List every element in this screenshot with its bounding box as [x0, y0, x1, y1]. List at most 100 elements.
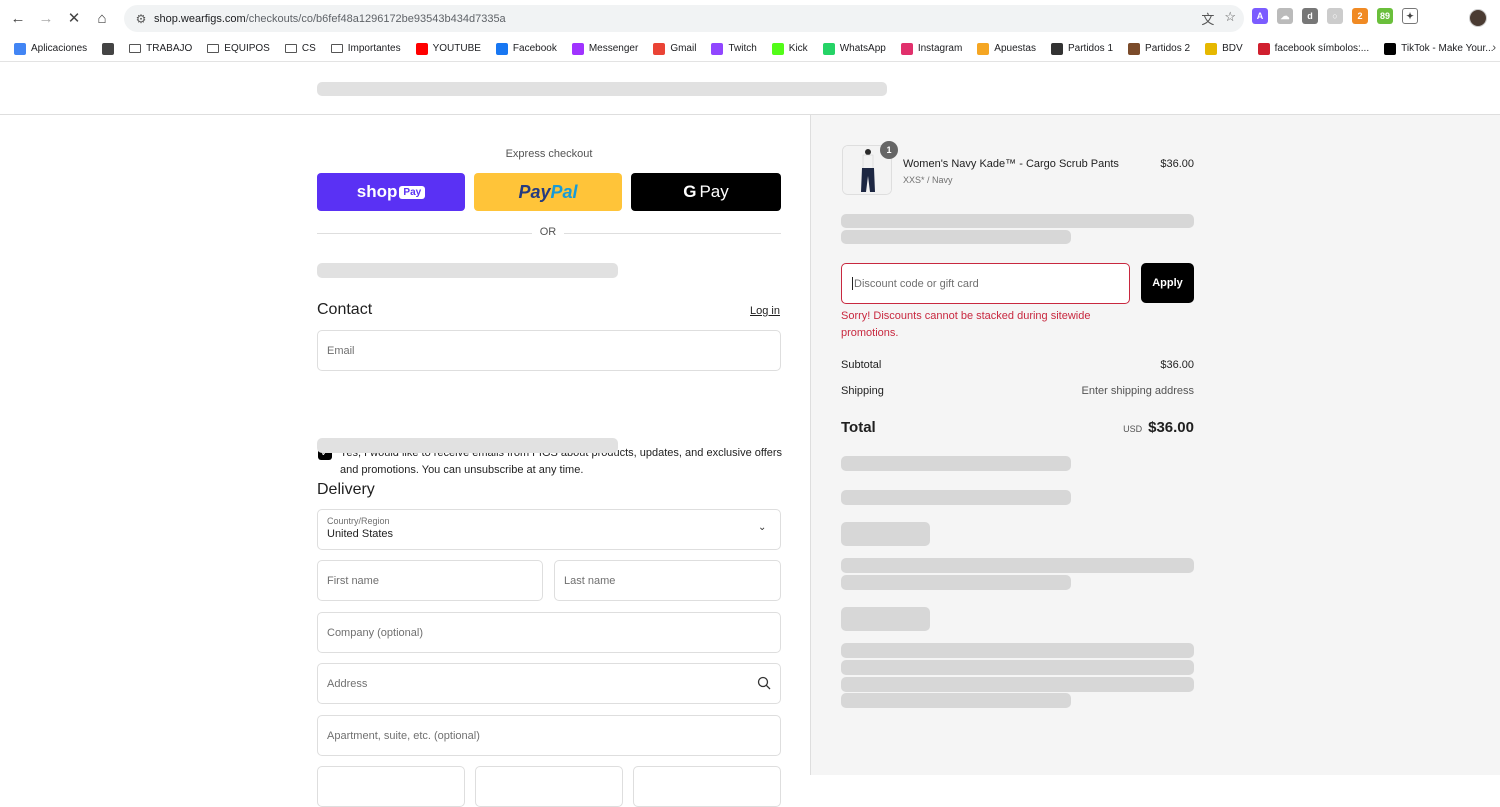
header-loading-placeholder [317, 82, 887, 96]
bookmark-item[interactable]: WhatsApp [822, 42, 886, 55]
subtotal-label: Subtotal [841, 359, 882, 371]
bdv-icon [1205, 42, 1218, 55]
bookmark-item[interactable]: Partidos 1 [1051, 42, 1113, 55]
folder-icon [284, 44, 297, 53]
checkout-page: Express checkout shop Pay Pay Pal G Pay O… [0, 63, 1500, 807]
bookmark-label: Instagram [917, 43, 963, 54]
shipping-value: Enter shipping address [1081, 385, 1194, 397]
loading-placeholder [841, 230, 1071, 244]
bookmark-item[interactable]: Importantes [330, 43, 401, 54]
subtotal-row: Subtotal $36.00 [841, 359, 1194, 371]
shop-pay-button[interactable]: shop Pay [317, 173, 465, 211]
login-link[interactable]: Log in [750, 305, 780, 317]
apply-discount-button[interactable]: Apply [1141, 263, 1194, 303]
contact-title: Contact [317, 301, 373, 318]
google-pay-label: Pay [699, 182, 729, 201]
discount-code-input[interactable]: Discount code or gift card [841, 263, 1130, 304]
discount-error-message: Sorry! Discounts cannot be stacked durin… [841, 310, 1091, 339]
bookmark-label: Importantes [347, 43, 401, 54]
email-field[interactable]: Email [317, 330, 781, 371]
back-icon[interactable]: ← [4, 4, 32, 32]
bookmark-item[interactable]: Instagram [900, 42, 963, 55]
subtotal-value: $36.00 [1160, 359, 1194, 371]
extension-orange-icon[interactable]: 2 [1352, 8, 1368, 24]
loading-placeholder [841, 558, 1194, 573]
extension-circle-icon[interactable]: ○ [1327, 8, 1343, 24]
bookmark-item[interactable]: TikTok - Make Your... [1384, 42, 1494, 55]
last-name-field[interactable]: Last name [554, 560, 781, 601]
bookmark-label: Kick [788, 43, 808, 54]
stop-loading-icon[interactable]: ✕ [60, 4, 88, 32]
apartment-placeholder: Apartment, suite, etc. (optional) [327, 729, 480, 742]
bookmark-item[interactable] [102, 42, 115, 55]
twitch-icon [711, 42, 724, 55]
facebook-icon [495, 42, 508, 55]
apartment-field[interactable]: Apartment, suite, etc. (optional) [317, 715, 781, 756]
country-label: Country/Region [327, 516, 390, 526]
forward-icon[interactable]: → [32, 4, 60, 32]
shipping-row: Shipping Enter shipping address [841, 385, 1194, 397]
site-info-icon[interactable]: ⚙ [128, 12, 154, 26]
total-value: $36.00 [1148, 419, 1194, 436]
company-field[interactable]: Company (optional) [317, 612, 781, 653]
bookmark-item[interactable]: Kick [771, 42, 808, 55]
zip-field[interactable] [633, 766, 781, 807]
bookmark-label: Apuestas [994, 43, 1036, 54]
bookmark-item[interactable]: Partidos 2 [1128, 42, 1190, 55]
home-icon[interactable]: ⌂ [88, 4, 116, 32]
bookmark-item[interactable]: Messenger [571, 42, 639, 55]
total-label: Total [841, 419, 876, 436]
folder-icon [330, 44, 343, 53]
extension-a-icon[interactable]: A [1252, 8, 1268, 24]
shop-pay-badge: Pay [399, 185, 426, 199]
shop-pay-label: shop [356, 182, 398, 201]
bookmark-item[interactable]: Facebook [495, 42, 557, 55]
total-row: Total USD $36.00 [841, 419, 1194, 436]
checkout-header [0, 63, 1500, 115]
symbols-icon [1257, 42, 1270, 55]
tiktok-icon [1384, 42, 1397, 55]
bookmark-item[interactable]: Twitch [711, 42, 757, 55]
paypal-button[interactable]: Pay Pal [474, 173, 622, 211]
extension-cloud-icon[interactable]: ☁ [1277, 8, 1293, 24]
bookmarks-overflow-icon[interactable]: › [1492, 42, 1496, 54]
bookmark-item[interactable]: Aplicaciones [14, 42, 87, 55]
loading-placeholder [841, 660, 1194, 675]
bookmark-item[interactable]: EQUIPOS [207, 43, 270, 54]
address-bar[interactable]: ⚙ shop.wearfigs.com/checkouts/co/b6fef48… [124, 5, 1244, 32]
bookmark-item[interactable]: facebook símbolos:... [1257, 42, 1369, 55]
extensions-puzzle-icon[interactable]: ✦ [1402, 8, 1418, 24]
messenger-icon [571, 42, 584, 55]
bookmark-label: Messenger [588, 43, 639, 54]
extension-green-icon[interactable]: 89 [1377, 8, 1393, 24]
address-field[interactable]: Address [317, 663, 781, 704]
email-placeholder: Email [327, 344, 355, 357]
bookmark-item[interactable]: TRABAJO [129, 43, 192, 54]
first-name-field[interactable]: First name [317, 560, 543, 601]
profile-avatar[interactable] [1469, 9, 1487, 27]
bookmark-item[interactable]: Apuestas [977, 42, 1036, 55]
bookmark-label: YOUTUBE [432, 43, 481, 54]
loading-placeholder [841, 522, 930, 546]
bookmark-item[interactable]: Gmail [653, 42, 696, 55]
last-name-placeholder: Last name [564, 574, 616, 587]
state-field[interactable] [475, 766, 623, 807]
shipping-label: Shipping [841, 385, 884, 397]
extension-d-icon[interactable]: d [1302, 8, 1318, 24]
translate-icon[interactable]: 文 [1201, 9, 1214, 28]
search-icon [757, 676, 771, 690]
bookmarks-bar: Aplicaciones TRABAJO EQUIPOS CS Importantes Y… [0, 36, 1500, 62]
delivery-title: Delivery [317, 481, 375, 498]
loading-placeholder [841, 693, 1071, 708]
loading-placeholder [841, 456, 1071, 471]
city-field[interactable] [317, 766, 465, 807]
google-g-icon: G [683, 182, 697, 201]
bookmark-label: Twitch [728, 43, 757, 54]
bookmark-item[interactable]: CS [284, 43, 316, 54]
bookmark-star-icon[interactable]: ☆ [1224, 9, 1236, 28]
bookmark-item[interactable]: YOUTUBE [415, 42, 481, 55]
google-pay-button[interactable]: G Pay [631, 173, 781, 211]
bookmark-item[interactable]: BDV [1205, 42, 1243, 55]
company-placeholder: Company (optional) [327, 626, 423, 639]
bookmark-label: WhatsApp [839, 43, 886, 54]
